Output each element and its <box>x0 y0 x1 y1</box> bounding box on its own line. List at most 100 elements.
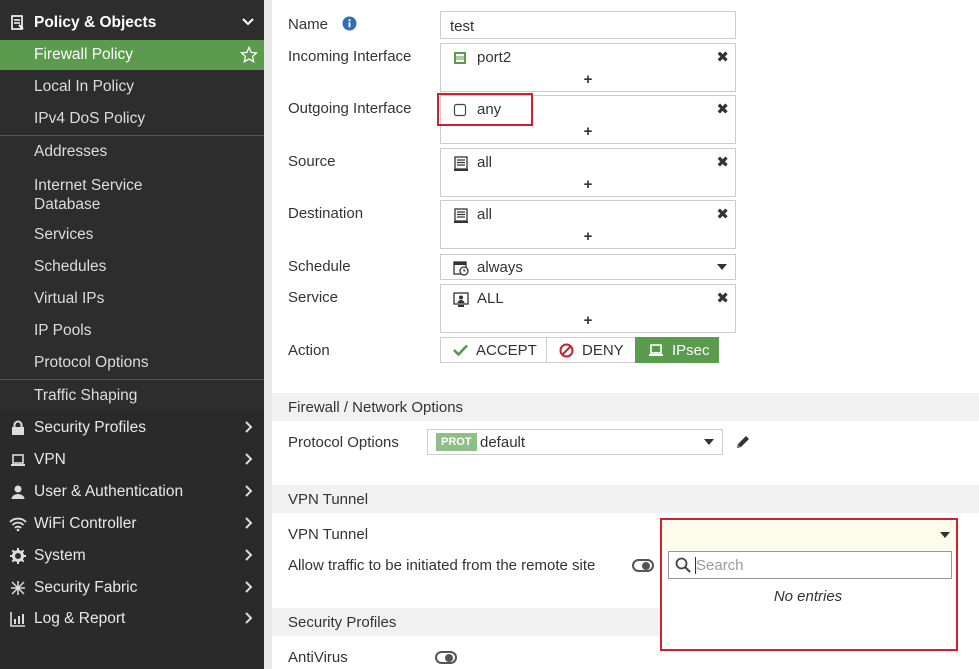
sidebar-item-label: Protocol Options <box>34 354 149 371</box>
highlight-box-vpn-dropdown <box>660 518 958 651</box>
ipsec-button[interactable]: IPsec <box>635 337 719 363</box>
edit-icon[interactable] <box>735 434 751 454</box>
schedule-icon <box>453 260 469 276</box>
wifi-icon <box>8 514 28 534</box>
antivirus-label: AntiVirus <box>288 649 348 666</box>
sidebar-header-policy-objects[interactable]: Policy & Objects <box>0 6 264 40</box>
port-icon <box>453 51 469 67</box>
vpn-tunnel-header: VPN Tunnel <box>272 485 979 513</box>
sidebar-item-label: System <box>34 547 86 564</box>
sidebar-item-protocol-options[interactable]: Protocol Options <box>0 348 264 378</box>
remove-icon[interactable]: ✖ <box>716 289 729 307</box>
outgoing-interface-label: Outgoing Interface <box>288 100 412 117</box>
remove-icon[interactable]: ✖ <box>716 48 729 66</box>
sidebar-item-label: VPN <box>34 451 66 468</box>
sidebar-item-ip-pools[interactable]: IP Pools <box>0 316 264 346</box>
remove-icon[interactable]: ✖ <box>716 153 729 171</box>
accept-label: ACCEPT <box>476 341 537 359</box>
check-icon <box>453 344 468 356</box>
sidebar-item-user-authentication[interactable]: User & Authentication <box>0 477 264 507</box>
vpn-tunnel-label: VPN Tunnel <box>288 526 369 543</box>
sidebar-item-label: Schedules <box>34 258 107 275</box>
sidebar-item-virtual-ips[interactable]: Virtual IPs <box>0 284 264 314</box>
source-label: Source <box>288 153 336 170</box>
highlight-box-outgoing <box>437 93 533 126</box>
add-service-button[interactable]: + <box>441 312 735 329</box>
sidebar-item-security-fabric[interactable]: Security Fabric <box>0 573 264 603</box>
protocol-options-select[interactable]: PROT default <box>427 429 723 455</box>
antivirus-toggle[interactable] <box>435 651 457 664</box>
sidebar-item-vpn[interactable]: VPN <box>0 445 264 475</box>
deny-icon <box>559 343 574 358</box>
panel-separator <box>264 0 272 669</box>
deny-button[interactable]: DENY <box>546 337 636 363</box>
add-destination-button[interactable]: + <box>441 228 735 245</box>
service-value: ALL <box>477 290 504 307</box>
sidebar-item-services[interactable]: Services <box>0 220 264 250</box>
sidebar-item-label: Internet Service <box>34 177 143 194</box>
remove-icon[interactable]: ✖ <box>716 205 729 223</box>
schedule-select[interactable]: always <box>440 254 736 280</box>
destination-value: all <box>477 206 493 223</box>
sidebar-divider <box>0 379 264 380</box>
sidebar-item-wifi-controller[interactable]: WiFi Controller <box>0 509 264 539</box>
sidebar-item-internet-service-database[interactable]: Internet Service Database <box>0 170 264 213</box>
sidebar-item-label: Traffic Shaping <box>34 387 138 404</box>
service-icon <box>453 292 469 308</box>
sidebar-item-local-in-policy[interactable]: Local In Policy <box>0 72 264 102</box>
fabric-icon <box>8 578 28 598</box>
schedule-label: Schedule <box>288 258 351 275</box>
sidebar-item-schedules[interactable]: Schedules <box>0 252 264 282</box>
firewall-network-options-header: Firewall / Network Options <box>272 393 979 421</box>
sidebar-item-label: Local In Policy <box>34 78 134 95</box>
chevron-down-icon <box>704 439 714 445</box>
deny-label: DENY <box>582 341 624 359</box>
protocol-options-value: default <box>480 434 526 451</box>
allow-remote-label: Allow traffic to be initiated from the r… <box>288 557 596 574</box>
sidebar-item-label: IPv4 DoS Policy <box>34 110 146 127</box>
user-icon <box>8 482 28 502</box>
lock-icon <box>8 418 28 438</box>
service-label: Service <box>288 289 339 306</box>
sidebar-item-addresses[interactable]: Addresses <box>0 137 264 167</box>
laptop-icon <box>648 343 664 357</box>
sidebar: Policy & Objects Firewall Policy Local I… <box>0 0 264 669</box>
sidebar-item-label: Services <box>34 226 94 243</box>
sidebar-header-label: Policy & Objects <box>34 14 157 31</box>
sidebar-item-system[interactable]: System <box>0 541 264 571</box>
protocol-options-label: Protocol Options <box>288 434 399 451</box>
sidebar-item-label: Addresses <box>34 143 108 160</box>
accept-button[interactable]: ACCEPT <box>440 337 547 363</box>
sidebar-item-label-line2: Database <box>34 196 101 213</box>
chevron-down-icon <box>242 15 254 31</box>
sidebar-item-log-report[interactable]: Log & Report <box>0 604 264 634</box>
destination-field[interactable]: all ✖ + <box>440 200 736 249</box>
chevron-right-icon <box>244 516 254 532</box>
incoming-interface-field[interactable]: port2 ✖ + <box>440 43 736 92</box>
sidebar-item-ipv4-dos-policy[interactable]: IPv4 DoS Policy <box>0 104 264 134</box>
service-field[interactable]: ALL ✖ + <box>440 284 736 333</box>
source-value: all <box>477 154 493 171</box>
gear-icon <box>8 546 28 566</box>
chevron-right-icon <box>244 580 254 596</box>
address-icon <box>453 208 469 224</box>
source-field[interactable]: all ✖ + <box>440 148 736 197</box>
remove-icon[interactable]: ✖ <box>716 100 729 118</box>
sidebar-item-security-profiles[interactable]: Security Profiles <box>0 413 264 443</box>
add-source-button[interactable]: + <box>441 176 735 193</box>
sidebar-item-label: Security Fabric <box>34 579 138 596</box>
chevron-right-icon <box>244 548 254 564</box>
add-incoming-button[interactable]: + <box>441 71 735 88</box>
star-icon[interactable] <box>239 45 259 64</box>
allow-remote-toggle[interactable] <box>632 559 654 572</box>
sidebar-divider <box>0 135 264 136</box>
chevron-right-icon <box>244 611 254 627</box>
security-profiles-header: Security Profiles <box>272 608 660 636</box>
sidebar-item-label: WiFi Controller <box>34 515 137 532</box>
sidebar-item-traffic-shaping[interactable]: Traffic Shaping <box>0 381 264 411</box>
sidebar-item-firewall-policy[interactable]: Firewall Policy <box>0 40 264 70</box>
info-icon[interactable] <box>342 16 357 35</box>
chevron-right-icon <box>244 484 254 500</box>
bar-chart-icon <box>8 609 28 629</box>
name-input[interactable]: test <box>440 11 736 39</box>
